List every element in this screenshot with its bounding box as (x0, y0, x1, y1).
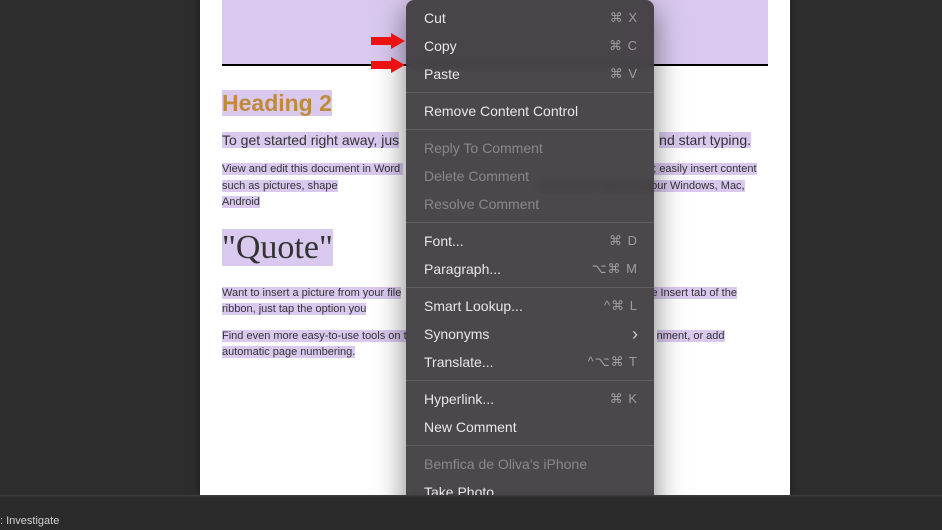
menu-separator (406, 129, 654, 130)
status-bar-text: : Investigate (0, 515, 59, 527)
annotation-arrow-copy (371, 33, 405, 49)
menu-copy-shortcut: ⌘ C (609, 36, 638, 56)
menu-synonyms[interactable]: Synonyms (406, 320, 654, 348)
menu-paste[interactable]: Paste ⌘ V (406, 60, 654, 88)
menu-delete-comment: Delete Comment (406, 162, 654, 190)
screenshot-canvas: Heading 2 To get started right away, jus… (0, 0, 942, 530)
menu-paste-shortcut: ⌘ V (610, 64, 638, 84)
heading-2-text: Heading 2 (222, 90, 332, 116)
menu-separator (406, 222, 654, 223)
menu-hyperlink[interactable]: Hyperlink... ⌘ K (406, 385, 654, 413)
menu-paste-label: Paste (424, 64, 460, 84)
menu-separator (406, 92, 654, 93)
menu-smart-lookup[interactable]: Smart Lookup... ^⌘ L (406, 292, 654, 320)
menu-cut-label: Cut (424, 8, 446, 28)
status-bar: : Investigate (0, 495, 942, 530)
menu-remove-content-control[interactable]: Remove Content Control (406, 97, 654, 125)
menu-separator (406, 445, 654, 446)
menu-new-comment[interactable]: New Comment (406, 413, 654, 441)
menu-font[interactable]: Font... ⌘ D (406, 227, 654, 255)
menu-separator (406, 287, 654, 288)
menu-copy[interactable]: Copy ⌘ C (406, 32, 654, 60)
menu-separator (406, 380, 654, 381)
menu-device-header: Bemfica de Oliva's iPhone (406, 450, 654, 478)
menu-reply-to-comment: Reply To Comment (406, 134, 654, 162)
menu-paragraph[interactable]: Paragraph... ⌥⌘ M (406, 255, 654, 283)
menu-resolve-comment: Resolve Comment (406, 190, 654, 218)
menu-cut-shortcut: ⌘ X (610, 8, 638, 28)
annotation-arrow-paste (371, 57, 405, 73)
menu-cut[interactable]: Cut ⌘ X (406, 4, 654, 32)
context-menu: Cut ⌘ X Copy ⌘ C Paste ⌘ V Remove Conten… (406, 0, 654, 530)
menu-copy-label: Copy (424, 36, 457, 56)
menu-translate[interactable]: Translate... ^⌥⌘ T (406, 348, 654, 376)
